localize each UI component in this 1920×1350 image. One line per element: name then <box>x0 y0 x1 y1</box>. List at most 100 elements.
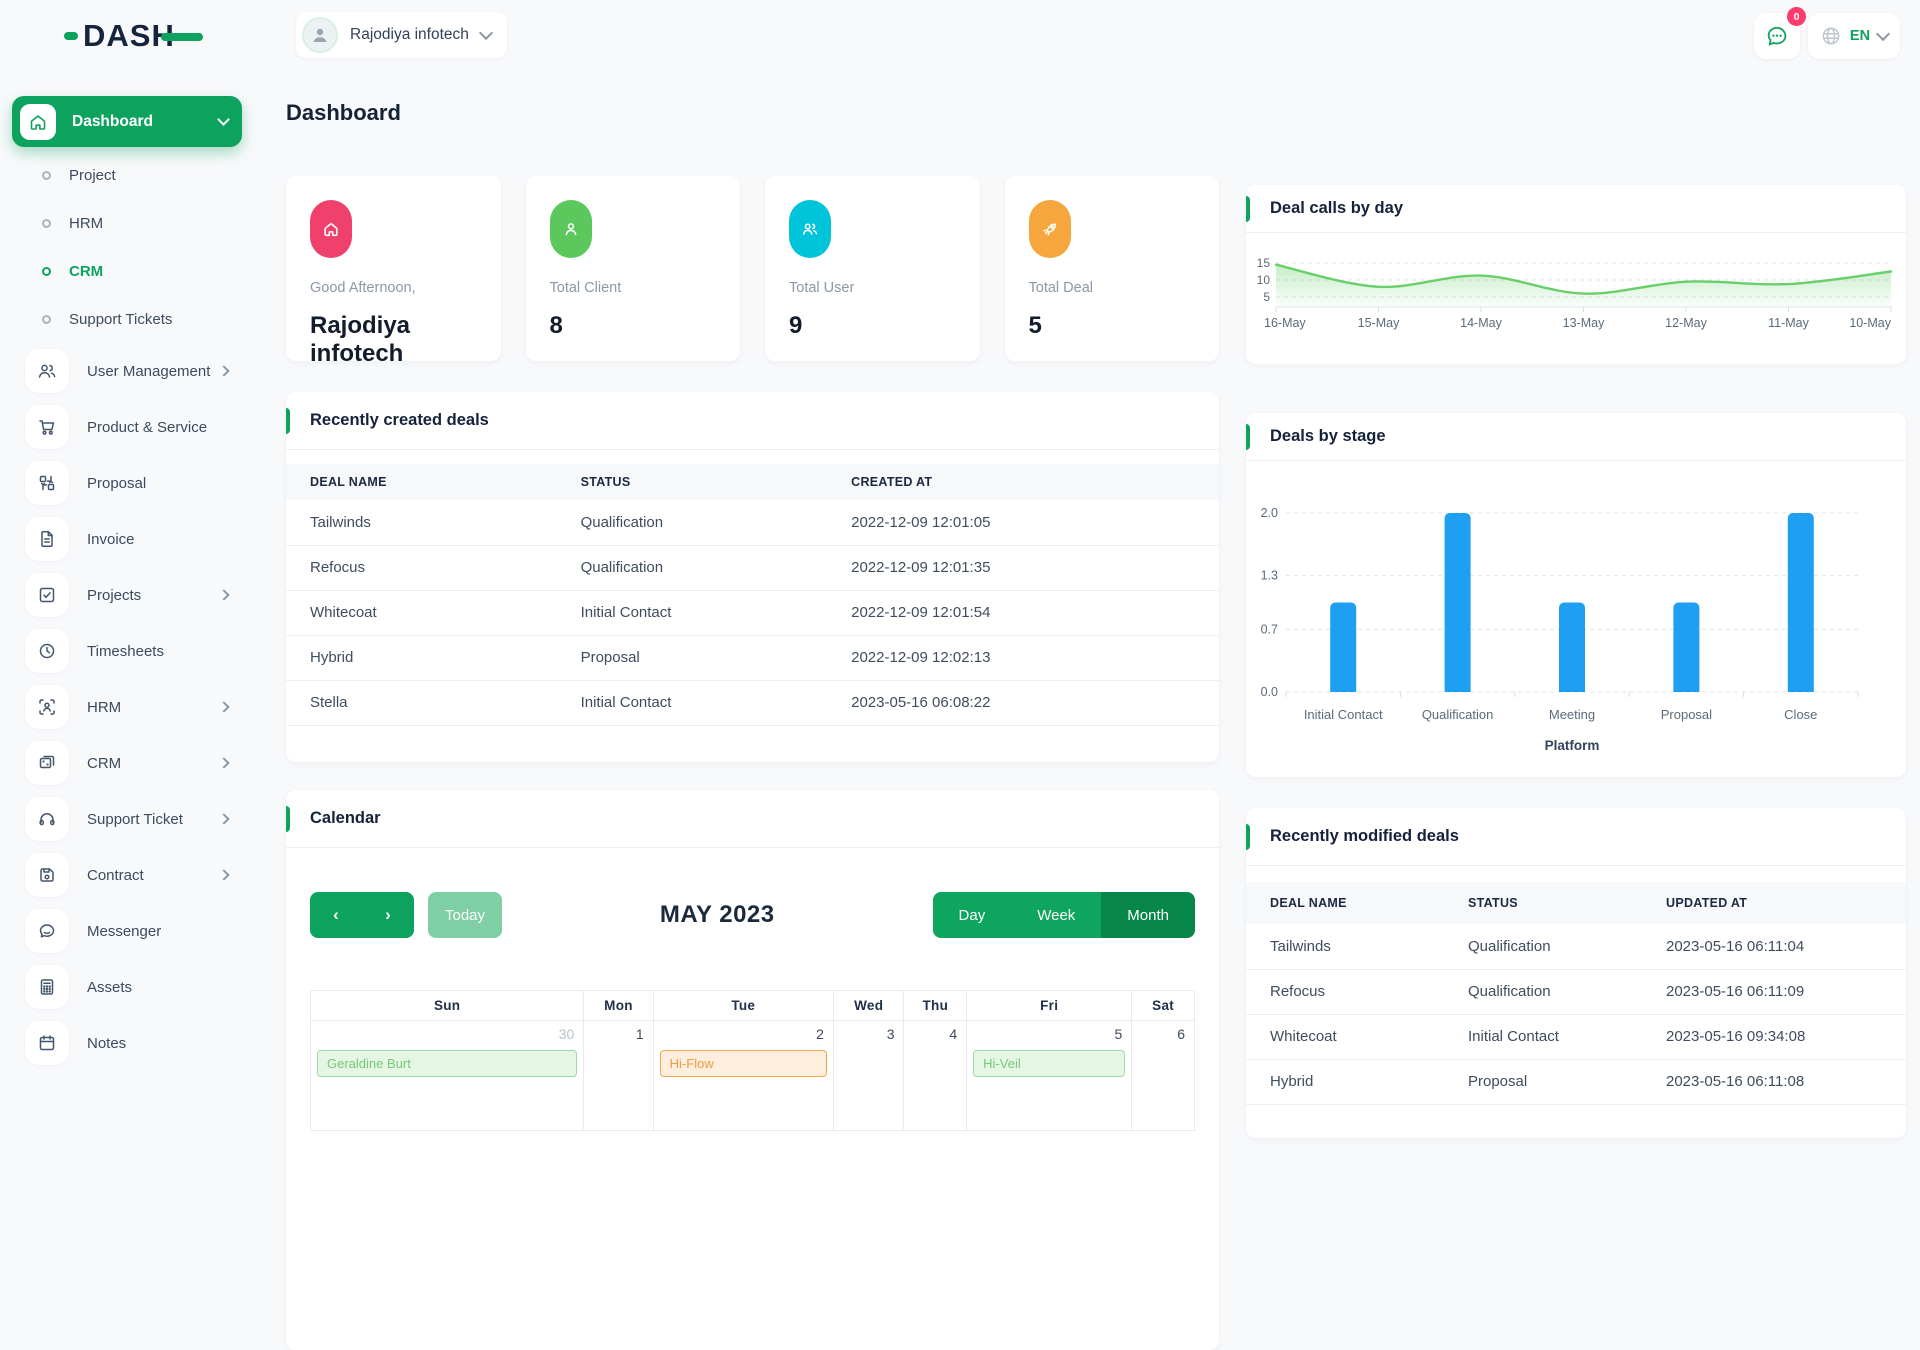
table-row: Refocus Qualification 2022-12-09 12:01:3… <box>286 545 1219 591</box>
card-title: Recently modified deals <box>1270 827 1459 845</box>
sidebar-item-projects[interactable]: Projects <box>12 567 242 623</box>
bullet-icon <box>42 314 51 324</box>
status-cell: Proposal <box>556 635 828 681</box>
today-button[interactable]: Today <box>428 892 502 938</box>
sidebar-item-label: Timesheets <box>87 642 164 660</box>
day-number: 1 <box>635 1026 644 1042</box>
cards-icon <box>25 741 69 785</box>
calendar-day-cell[interactable]: 30 Geraldine Burt <box>309 1020 585 1131</box>
weekday-header: Sat <box>1131 990 1195 1021</box>
sidebar: Dashboard Project HRM CRM Support Ticket… <box>12 96 242 1071</box>
chevron-right-icon <box>218 365 230 377</box>
save-icon <box>25 853 69 897</box>
view-week-button[interactable]: Week <box>1011 892 1102 938</box>
sidebar-subitem-crm[interactable]: CRM <box>12 247 242 295</box>
chevron-down-icon <box>217 113 230 126</box>
svg-text:15-May: 15-May <box>1358 316 1400 330</box>
calendar-day-cell[interactable]: 4 <box>903 1020 968 1131</box>
card-header: Recently created deals <box>286 392 1219 450</box>
bullet-icon <box>42 218 51 228</box>
language-code: EN <box>1849 28 1871 44</box>
weekday-header: Tue <box>652 990 834 1021</box>
chevron-down-icon <box>478 25 493 41</box>
calendar-view-switcher: Day Week Month <box>932 892 1195 938</box>
view-month-button[interactable]: Month <box>1101 892 1195 938</box>
recently-created-deals-table: DEAL NAME STATUS CREATED AT Tailwinds Qu… <box>286 464 1219 726</box>
stat-value: 9 <box>789 312 803 339</box>
calendar-day-cell[interactable]: 5 Hi-Veil <box>966 1020 1133 1131</box>
sidebar-item-label: Support Ticket <box>87 810 183 828</box>
prev-button[interactable]: ‹ <box>310 892 362 938</box>
sidebar-subitem-project[interactable]: Project <box>12 151 242 199</box>
notification-badge: 0 <box>1787 7 1806 26</box>
updated-at-cell: 2023-05-16 06:11:08 <box>1642 1059 1906 1105</box>
column-header: UPDATED AT <box>1642 882 1906 924</box>
status-cell: Initial Contact <box>556 680 828 726</box>
table-row: Stella Initial Contact 2023-05-16 06:08:… <box>286 680 1219 726</box>
sidebar-item-notes[interactable]: Notes <box>12 1015 242 1071</box>
calendar-event[interactable]: Hi-Flow <box>659 1050 827 1077</box>
sidebar-item-user-management[interactable]: User Management <box>12 343 242 399</box>
sidebar-item-contract[interactable]: Contract <box>12 847 242 903</box>
day-number: 4 <box>949 1026 958 1042</box>
chevron-right-icon <box>218 869 230 881</box>
calendar-day-cell[interactable]: 1 <box>583 1020 654 1131</box>
home-icon <box>20 103 56 140</box>
language-selector[interactable]: EN <box>1808 13 1900 59</box>
messages-button[interactable]: 0 <box>1754 7 1806 59</box>
calendar-day-cell[interactable]: 6 <box>1131 1020 1195 1131</box>
deal-name-cell: Tailwinds <box>286 500 557 546</box>
sidebar-subitem-label: Project <box>69 166 116 184</box>
chat-bubble-icon <box>1767 26 1787 46</box>
svg-text:11-May: 11-May <box>1768 316 1810 330</box>
stat-cards: Good Afternoon, Rajodiya infotech Total … <box>286 176 1219 367</box>
deal-name-cell: Hybrid <box>286 635 557 681</box>
calendar-event[interactable]: Geraldine Burt <box>317 1050 578 1077</box>
calendar-toolbar: ‹ › Today MAY 2023 Day Week Month <box>310 892 1195 938</box>
sidebar-item-hrm[interactable]: HRM <box>12 679 242 735</box>
person-icon <box>313 28 327 42</box>
sidebar-item-product-service[interactable]: Product & Service <box>12 399 242 455</box>
table-row: Hybrid Proposal 2023-05-16 06:11:08 <box>1246 1059 1906 1105</box>
sidebar-item-label: User Management <box>87 362 211 380</box>
svg-text:Initial Contact: Initial Contact <box>1304 707 1383 722</box>
table-row: Tailwinds Qualification 2022-12-09 12:01… <box>286 500 1219 546</box>
column-header: DEAL NAME <box>1246 882 1444 924</box>
stat-value: Rajodiya infotech <box>310 312 411 367</box>
home-icon <box>310 200 352 258</box>
card-title: Deal calls by day <box>1270 199 1403 217</box>
next-button[interactable]: › <box>362 892 414 938</box>
sidebar-subitem-label: HRM <box>69 214 104 232</box>
weekday-header: Thu <box>903 990 968 1021</box>
view-day-button[interactable]: Day <box>932 892 1012 938</box>
sidebar-item-assets[interactable]: Assets <box>12 959 242 1015</box>
stat-value: 8 <box>549 312 563 339</box>
globe-icon <box>1822 27 1840 45</box>
svg-text:10-May: 10-May <box>1849 316 1891 330</box>
sidebar-item-proposal[interactable]: Proposal <box>12 455 242 511</box>
sidebar-item-timesheets[interactable]: Timesheets <box>12 623 242 679</box>
sidebar-item-messenger[interactable]: Messenger <box>12 903 242 959</box>
sidebar-subitem-support-tickets[interactable]: Support Tickets <box>12 295 242 343</box>
card-title: Recently created deals <box>310 411 489 429</box>
stat-card-total-client: Total Client 8 <box>525 176 740 361</box>
sidebar-item-invoice[interactable]: Invoice <box>12 511 242 567</box>
sidebar-subitem-hrm[interactable]: HRM <box>12 199 242 247</box>
sidebar-item-crm[interactable]: CRM <box>12 735 242 791</box>
sidebar-item-label: Messenger <box>87 922 162 940</box>
created-at-cell: 2022-12-09 12:01:35 <box>827 545 1219 591</box>
sidebar-item-label: CRM <box>87 754 122 772</box>
svg-text:1.3: 1.3 <box>1261 569 1278 583</box>
card-header: Deals by stage <box>1246 413 1906 461</box>
calendar-card: Calendar ‹ › Today MAY 2023 Day Week Mon… <box>286 790 1219 1350</box>
company-selector[interactable]: Rajodiya infotech <box>296 12 507 58</box>
app-logo: DASH <box>64 16 203 56</box>
sidebar-item-dashboard[interactable]: Dashboard <box>12 96 242 147</box>
recently-created-deals-card: Recently created deals DEAL NAME STATUS … <box>286 392 1219 762</box>
table-row: Whitecoat Initial Contact 2022-12-09 12:… <box>286 590 1219 636</box>
calendar-day-cell[interactable]: 2 Hi-Flow <box>652 1020 834 1131</box>
calendar-day-cell[interactable]: 3 <box>832 1020 905 1131</box>
weekday-header: Wed <box>832 990 905 1021</box>
sidebar-item-support-ticket[interactable]: Support Ticket <box>12 791 242 847</box>
calendar-event[interactable]: Hi-Veil <box>973 1050 1126 1077</box>
